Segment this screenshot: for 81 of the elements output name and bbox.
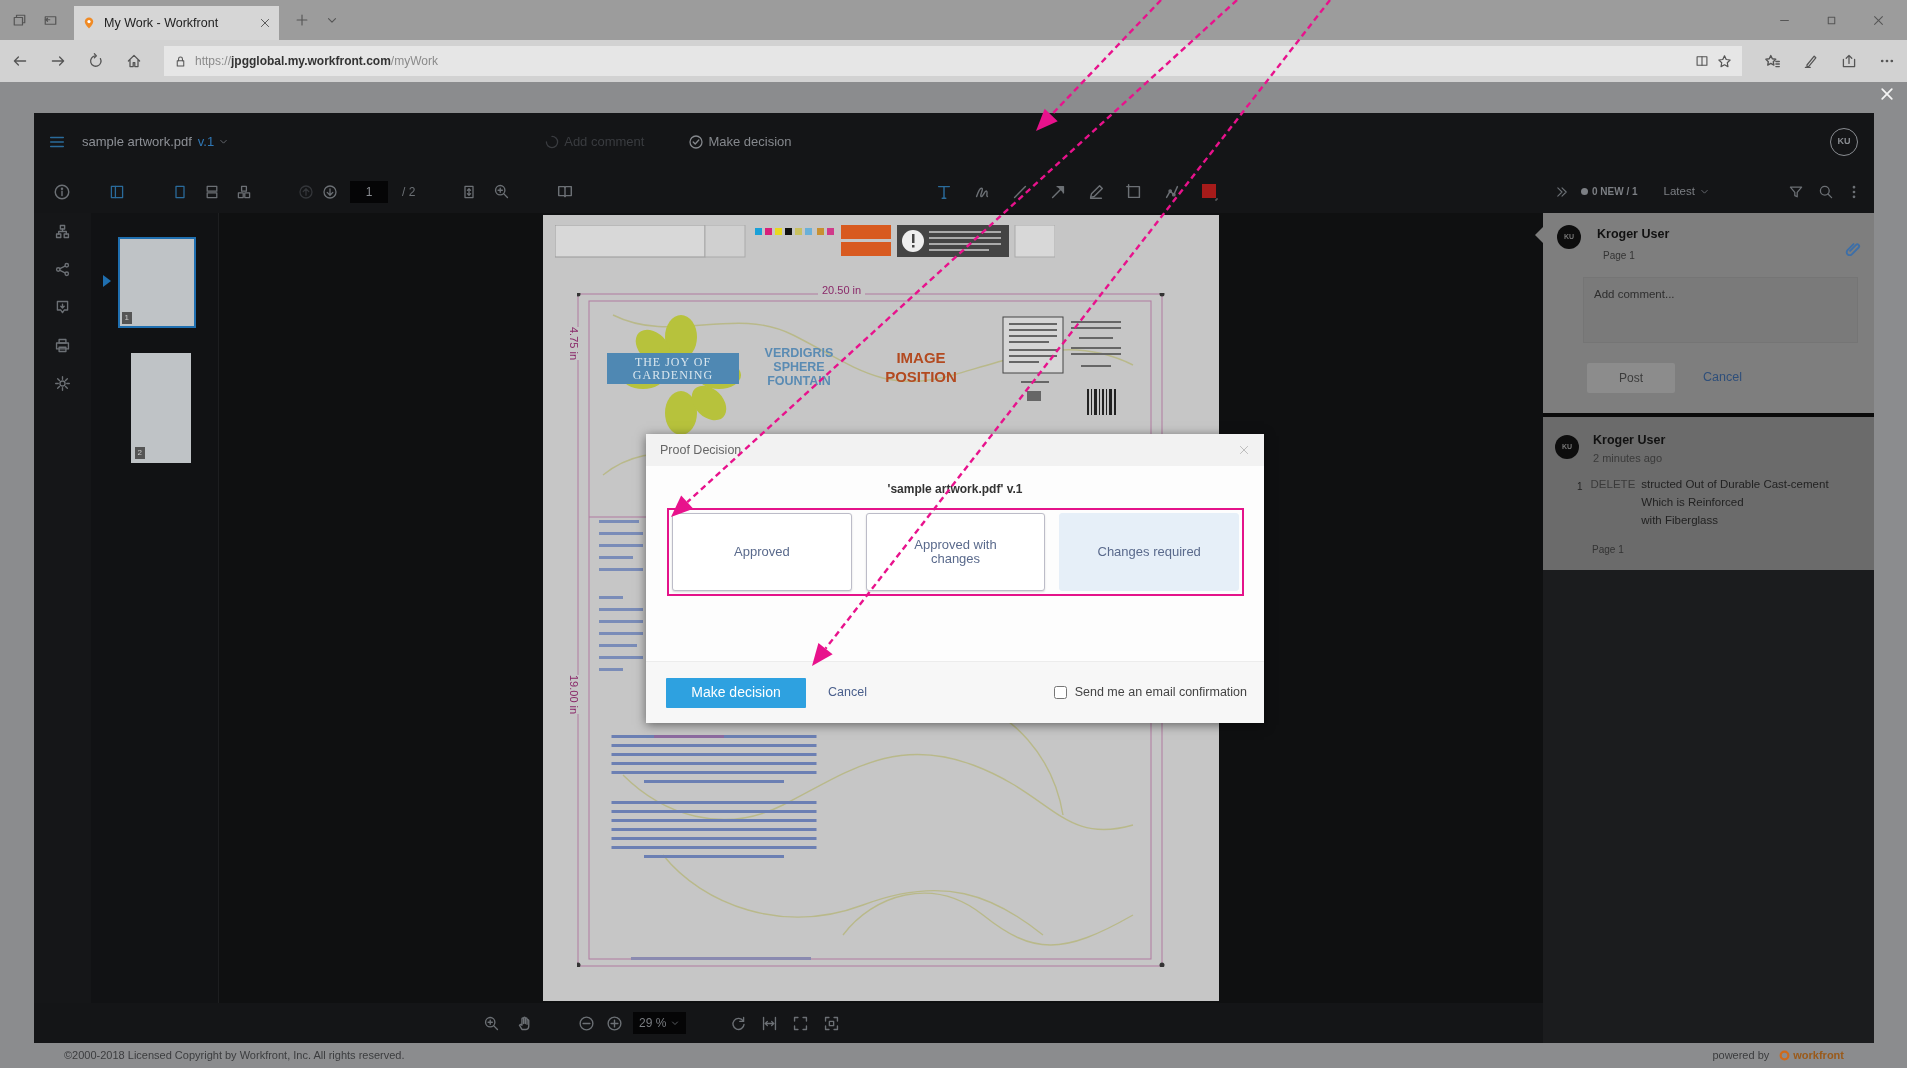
pencil-tool-icon[interactable]: [1087, 182, 1106, 201]
zoom-tool-icon[interactable]: [483, 1014, 500, 1032]
single-page-icon[interactable]: [172, 183, 188, 200]
zoom-in-icon[interactable]: [606, 1014, 623, 1032]
brand-logo-text: THE JOY OF GARDENING: [631, 356, 715, 382]
caret-icon: [670, 1018, 681, 1028]
comment-download-icon[interactable]: [54, 299, 71, 316]
print-icon[interactable]: [54, 337, 71, 354]
comment-field[interactable]: Add comment...: [1583, 276, 1858, 343]
two-page-icon[interactable]: [204, 183, 220, 200]
zoom-out-icon[interactable]: [578, 1014, 595, 1032]
arrow-down-icon[interactable]: [322, 183, 338, 200]
comment-text: structed Out of Durable Cast-cement Which is Reinforced with Fiberglass: [1641, 477, 1829, 528]
color-swatch[interactable]: [1201, 182, 1220, 201]
copyright-text: ©2000-2018 Licensed Copyright by Workfront, Inc. All rights reserved.: [64, 1048, 405, 1064]
make-decision-button[interactable]: Make decision: [688, 131, 792, 152]
brand-logo-icon: [1779, 1050, 1791, 1061]
comment-number: 1: [1577, 480, 1583, 495]
share-icon[interactable]: [1841, 53, 1857, 69]
rotate-icon[interactable]: [730, 1014, 748, 1032]
browser-tab[interactable]: My Work - Workfront: [74, 6, 279, 40]
settings-icon[interactable]: [54, 375, 71, 392]
star-icon[interactable]: [1717, 53, 1732, 69]
lock-icon: [174, 54, 187, 68]
forward-icon[interactable]: [50, 53, 66, 69]
image-position-label: IMAGE POSITION: [884, 349, 958, 387]
file-name: sample artwork.pdf: [82, 132, 192, 151]
share-icon[interactable]: [54, 261, 71, 278]
dialog-subject: 'sample artwork.pdf' v.1: [887, 481, 1023, 498]
reading-view-icon[interactable]: [1695, 54, 1709, 68]
comment-author: Kroger User: [1593, 432, 1666, 449]
fullscreen-icon[interactable]: [792, 1014, 810, 1032]
make-decision-button[interactable]: Make decision: [666, 677, 806, 708]
close-icon[interactable]: [259, 17, 271, 29]
page-total: / 2: [402, 183, 416, 201]
thumbnail-number: 2: [134, 447, 145, 459]
close-icon[interactable]: [1879, 86, 1895, 102]
checkbox[interactable]: [1053, 686, 1067, 699]
grid-view-icon[interactable]: [236, 183, 252, 200]
spinner-icon: [544, 133, 561, 150]
sort-dropdown[interactable]: Latest: [1663, 182, 1710, 201]
sidebar-toggle-icon[interactable]: [109, 183, 125, 200]
status-dot: [1581, 188, 1588, 195]
new-count: 0 NEW / 1: [1592, 185, 1638, 199]
dialog-title: Proof Decision: [660, 441, 743, 459]
home-icon[interactable]: [126, 53, 142, 69]
page-thumbnail[interactable]: 2: [130, 353, 191, 463]
check-circle-icon: [688, 133, 705, 150]
decision-option[interactable]: Approved: [672, 513, 852, 591]
tab-set-aside-icon[interactable]: [12, 12, 27, 28]
hierarchy-icon[interactable]: [54, 223, 71, 240]
page-number-field[interactable]: 1: [350, 180, 388, 203]
search-icon[interactable]: [1818, 183, 1834, 200]
fit-width-icon[interactable]: [761, 1014, 779, 1032]
powered-by-text: powered by: [1712, 1048, 1770, 1064]
brand-name: workfront: [1793, 1048, 1844, 1064]
checkbox-label: Send me an email confirmation: [1074, 684, 1247, 702]
selection-marker-icon: [103, 275, 111, 287]
zoom-dropdown[interactable]: 29 %: [633, 1012, 687, 1034]
address-field[interactable]: https://jpgglobal.my.workfront.com/myWork: [164, 46, 1742, 76]
refresh-icon[interactable]: [88, 53, 104, 69]
page-thumbnail[interactable]: 1: [117, 237, 196, 328]
url-text: https://jpgglobal.my.workfront.com/myWork: [195, 53, 439, 70]
page-reference: Page 1: [1603, 248, 1636, 263]
back-icon[interactable]: [12, 53, 28, 69]
product-title: VERDIGRIS SPHERE FOUNTAIN: [763, 347, 835, 389]
close-icon[interactable]: [1872, 13, 1885, 27]
double-chevron-icon[interactable]: [1555, 184, 1569, 199]
tab-title: My Work - Workfront: [104, 14, 220, 32]
info-icon[interactable]: [53, 182, 71, 201]
decision-option[interactable]: Approved with changes: [865, 513, 1046, 591]
location-pin-icon: [82, 16, 96, 30]
cancel-link[interactable]: Cancel: [822, 682, 873, 703]
thumbnail-number: 1: [121, 312, 132, 324]
comment-author: Kroger User: [1597, 226, 1670, 243]
favorites-icon[interactable]: [1764, 52, 1781, 70]
decision-option[interactable]: Changes required: [1059, 513, 1239, 591]
zoom-in-icon[interactable]: [493, 183, 511, 200]
version-dropdown[interactable]: v.1: [197, 131, 230, 152]
fit-screen-icon[interactable]: [823, 1014, 841, 1032]
pen-icon[interactable]: [1803, 53, 1819, 69]
